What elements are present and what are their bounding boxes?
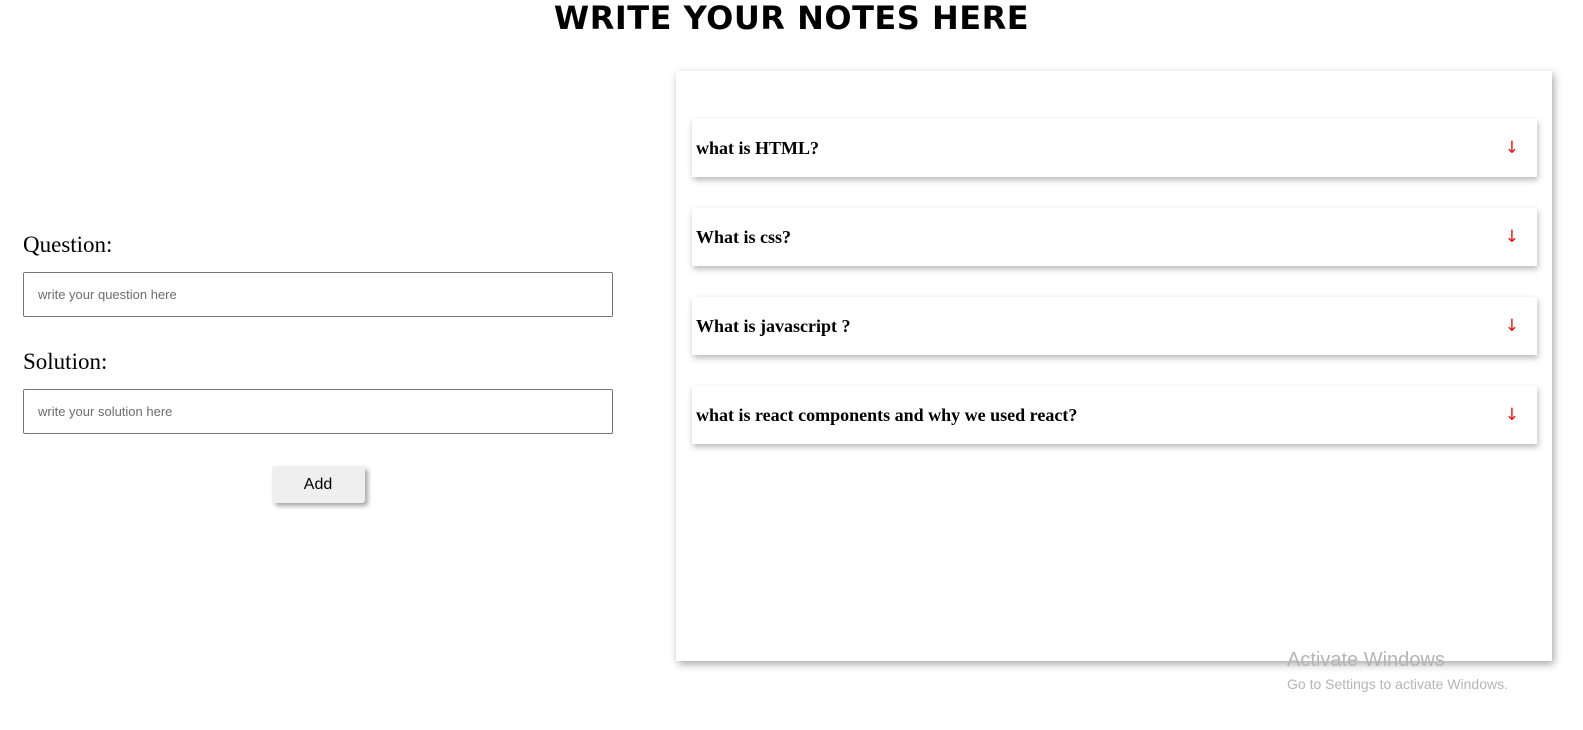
note-form: Question: Solution: Add: [23, 230, 613, 503]
page-title: WRITE YOUR NOTES HERE: [553, 0, 1030, 37]
add-button[interactable]: Add: [271, 466, 365, 503]
note-question: what is react components and why we used…: [696, 404, 1078, 425]
note-item-javascript[interactable]: What is javascript ? ↓: [692, 297, 1537, 355]
notes-panel: what is HTML? ↓ What is css? ↓ What is j…: [676, 71, 1552, 661]
activate-windows-watermark: Activate Windows Go to Settings to activ…: [1287, 648, 1508, 694]
solution-label: Solution:: [23, 349, 108, 374]
watermark-subtitle: Go to Settings to activate Windows.: [1287, 676, 1508, 692]
question-label: Question:: [23, 232, 113, 257]
note-item-css[interactable]: What is css? ↓: [692, 208, 1537, 266]
watermark-title: Activate Windows: [1287, 649, 1445, 671]
add-button-row: Add: [23, 466, 613, 503]
arrow-down-icon[interactable]: ↓: [1505, 406, 1519, 424]
question-input[interactable]: [23, 272, 613, 317]
note-item-react[interactable]: what is react components and why we used…: [692, 386, 1537, 444]
solution-input[interactable]: [23, 389, 613, 434]
note-question: What is javascript ?: [696, 315, 851, 336]
note-item-html[interactable]: what is HTML? ↓: [692, 119, 1537, 177]
note-question: what is HTML?: [696, 137, 820, 158]
note-list: what is HTML? ↓ What is css? ↓ What is j…: [692, 119, 1537, 475]
arrow-down-icon[interactable]: ↓: [1505, 228, 1519, 246]
arrow-down-icon[interactable]: ↓: [1505, 317, 1519, 335]
note-question: What is css?: [696, 226, 792, 247]
arrow-down-icon[interactable]: ↓: [1505, 139, 1519, 157]
